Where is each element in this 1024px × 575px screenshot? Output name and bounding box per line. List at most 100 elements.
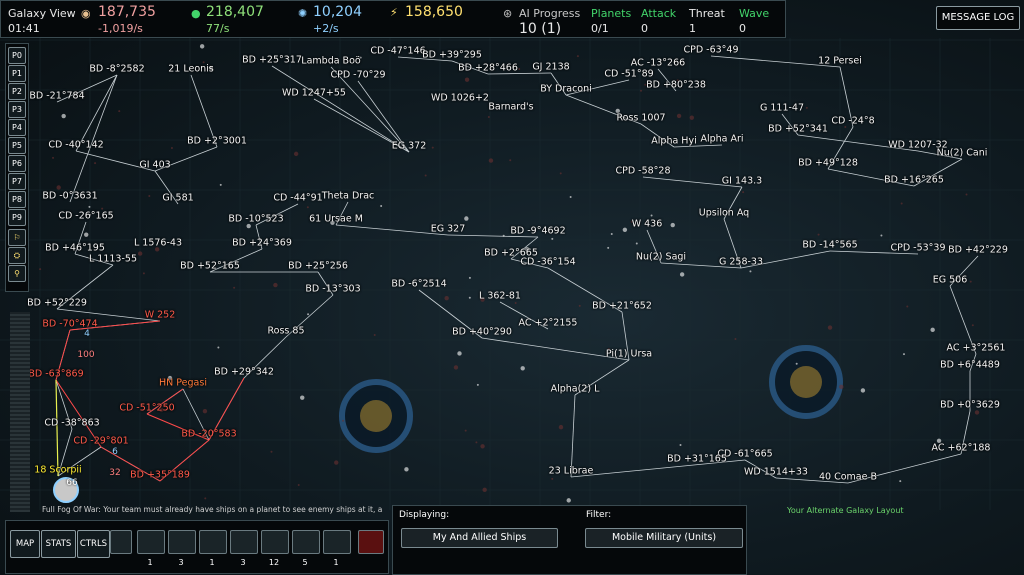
planet-label[interactable]: CPD -63°49: [683, 45, 738, 56]
planet-label[interactable]: BD -8°2582: [89, 64, 144, 75]
planet-label[interactable]: 21 Leonis: [168, 64, 214, 75]
planet-label[interactable]: BD +46°195: [45, 243, 105, 254]
planet-label[interactable]: EG 327: [431, 224, 466, 235]
planet-label[interactable]: WD 1514+33: [744, 467, 808, 478]
message-log-button[interactable]: MESSAGE LOG: [936, 6, 1020, 30]
planet-label[interactable]: BY Draconi: [540, 84, 592, 95]
planet-label[interactable]: GI 143.3: [722, 176, 762, 187]
planet-label[interactable]: G 258-33: [719, 257, 763, 268]
player-button-p2[interactable]: P2: [8, 83, 26, 100]
planet-label[interactable]: BD +29°342: [214, 367, 274, 378]
stats-button[interactable]: STATS: [41, 530, 76, 558]
planet-label[interactable]: 18 Scorpii: [34, 465, 81, 476]
planet-label[interactable]: BD +35°189: [130, 470, 190, 481]
ship-type-7-icon[interactable]: [323, 530, 351, 554]
planet-label[interactable]: 23 Librae: [549, 466, 594, 477]
ship-type-4-icon[interactable]: [230, 530, 258, 554]
planet-label[interactable]: BD +25°256: [288, 261, 348, 272]
planet-label[interactable]: AC +3°2561: [947, 343, 1006, 354]
planet-label[interactable]: BD -14°565: [802, 240, 857, 251]
planet-label[interactable]: GI 403: [139, 160, 170, 171]
planet-label[interactable]: CPD -53°39: [890, 243, 945, 254]
ship-type-6-icon[interactable]: [292, 530, 320, 554]
planet-label[interactable]: Barnard's: [488, 102, 533, 113]
planet-label[interactable]: G 111-47: [760, 103, 804, 114]
player-button-p1[interactable]: P1: [8, 65, 26, 82]
planet-label[interactable]: Ross 1007: [616, 113, 665, 124]
planet-label[interactable]: BD +52°165: [180, 261, 240, 272]
planet-label[interactable]: L 1576-43: [134, 238, 182, 249]
planet-label[interactable]: BD -63°869: [28, 369, 83, 380]
scrap-icon[interactable]: [358, 530, 384, 554]
player-button-p0[interactable]: P0: [8, 47, 26, 64]
filter-select[interactable]: Mobile Military (Units): [585, 528, 743, 548]
planet-label[interactable]: BD +80°238: [646, 80, 706, 91]
planet-label[interactable]: CD -36°154: [520, 257, 575, 268]
ship-type-3-icon[interactable]: [199, 530, 227, 554]
planet-label[interactable]: BD +39°295: [422, 50, 482, 61]
planet-label[interactable]: 61 Ursae M: [309, 214, 363, 225]
map-button[interactable]: MAP: [10, 530, 40, 558]
planet-label[interactable]: EG 506: [933, 275, 968, 286]
planet-label[interactable]: HN Pegasi: [159, 378, 207, 389]
planet-label[interactable]: BD -20°583: [181, 429, 236, 440]
planet-label[interactable]: Theta Drac: [322, 191, 375, 202]
planet-label[interactable]: BD +42°229: [948, 245, 1008, 256]
planet-label[interactable]: EG 372: [392, 141, 427, 152]
planet-label[interactable]: BD +21°652: [592, 301, 652, 312]
planet-label[interactable]: WD 1026+2: [431, 93, 489, 104]
planet-label[interactable]: Alpha Ari: [700, 134, 743, 145]
planet-label[interactable]: BD +52°341: [768, 124, 828, 135]
planet-label[interactable]: CPD -70°29: [330, 70, 385, 81]
planet-label[interactable]: CD -44°91: [273, 193, 322, 204]
planet-label[interactable]: AC +62°188: [932, 443, 991, 454]
planet-label[interactable]: W 436: [632, 219, 663, 230]
alert-icon[interactable]: ⚐: [8, 229, 26, 246]
planet-label[interactable]: BD +31°165: [667, 454, 727, 465]
planet-label[interactable]: Ross 85: [268, 326, 305, 337]
planet-label[interactable]: CD -38°863: [44, 418, 99, 429]
player-button-p7[interactable]: P7: [8, 173, 26, 190]
planet-label[interactable]: BD +6°4489: [940, 360, 1000, 371]
queue-icon[interactable]: [110, 530, 132, 554]
planet-label[interactable]: Alpha Hyi: [651, 136, 696, 147]
planet-label[interactable]: CD -47°146: [370, 46, 425, 57]
planet-label[interactable]: Alpha(2) L: [551, 384, 600, 395]
planet-label[interactable]: Nu(2) Sagi: [636, 252, 686, 263]
planet-label[interactable]: BD +24°369: [232, 238, 292, 249]
planet-label[interactable]: W 252: [145, 310, 176, 321]
planet-label[interactable]: BD -9°4692: [510, 226, 565, 237]
planet-label[interactable]: L 1113-55: [89, 254, 137, 265]
planet-label[interactable]: BD +52°229: [27, 298, 87, 309]
player-button-p9[interactable]: P9: [8, 209, 26, 226]
planet-label[interactable]: CD -40°142: [48, 140, 103, 151]
planet-label[interactable]: BD -70°474: [42, 319, 97, 330]
ship-type-1-icon[interactable]: [137, 530, 165, 554]
ctrls-button[interactable]: CTRLS: [77, 530, 110, 558]
planet-label[interactable]: BD +2°3001: [187, 136, 247, 147]
planet-label[interactable]: GJ 2138: [532, 62, 569, 73]
planet-label[interactable]: BD +16°265: [884, 175, 944, 186]
player-button-p8[interactable]: P8: [8, 191, 26, 208]
planet-label[interactable]: Nu(2) Cani: [937, 148, 988, 159]
planet-label[interactable]: AC -13°266: [631, 58, 685, 69]
displaying-select[interactable]: My And Allied Ships: [401, 528, 558, 548]
player-button-p3[interactable]: P3: [8, 101, 26, 118]
ship-type-5-icon[interactable]: [261, 530, 289, 554]
player-button-p5[interactable]: P5: [8, 137, 26, 154]
player-button-p6[interactable]: P6: [8, 155, 26, 172]
planet-label[interactable]: 12 Persei: [818, 56, 862, 67]
planet-label[interactable]: CPD -58°28: [615, 166, 670, 177]
planet-label[interactable]: Lambda Boö: [301, 56, 360, 67]
planet-label[interactable]: BD -13°303: [305, 284, 360, 295]
magnify-icon[interactable]: ⚲: [8, 265, 26, 282]
planet-label[interactable]: WD 1247+55: [282, 88, 346, 99]
planet-label[interactable]: BD +49°128: [798, 158, 858, 169]
planet-label[interactable]: CD -51°89: [604, 69, 653, 80]
planet-label[interactable]: CD -51°250: [119, 403, 174, 414]
galaxy-map[interactable]: [0, 0, 1024, 575]
planet-label[interactable]: BD -0°3631: [42, 191, 97, 202]
planet-label[interactable]: Upsilon Aq: [699, 208, 749, 219]
ship-icon[interactable]: ⛭: [8, 247, 26, 264]
planet-label[interactable]: BD -21°784: [29, 91, 84, 102]
